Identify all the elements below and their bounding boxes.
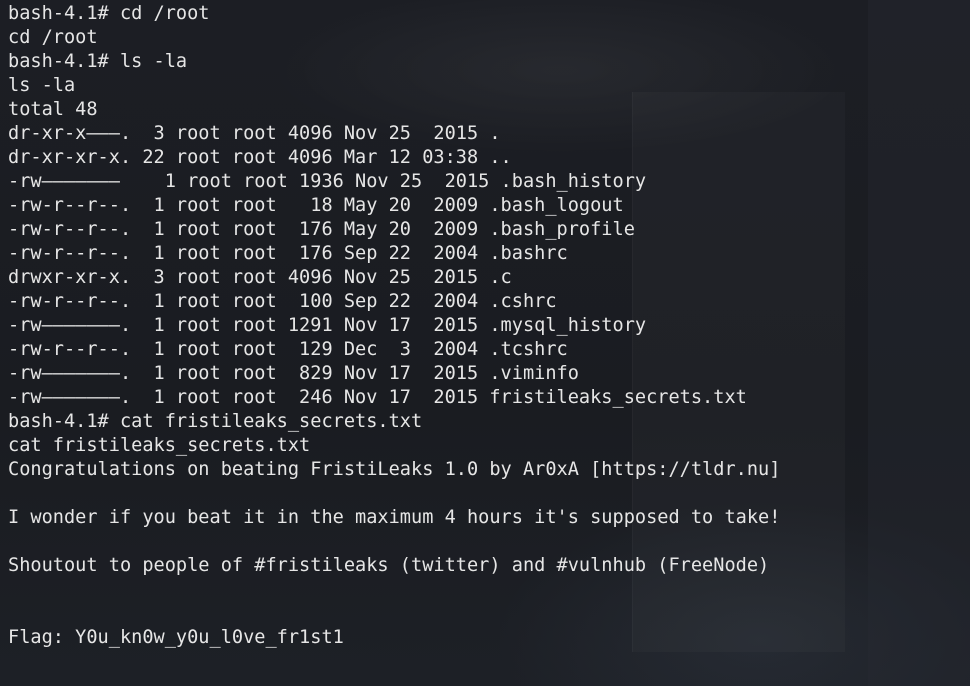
terminal-line: Shoutout to people of #fristileaks (twit… xyxy=(8,555,770,576)
terminal-line: drwxr-xr-x. 3 root root 4096 Nov 25 2015… xyxy=(8,267,512,288)
terminal-line: cat fristileaks_secrets.txt xyxy=(8,435,311,456)
terminal-line: dr-xr-x———. 3 root root 4096 Nov 25 2015… xyxy=(8,123,501,144)
terminal-line: -rw———————. 1 root root 829 Nov 17 2015 … xyxy=(8,363,579,384)
terminal-line: ls -la xyxy=(8,75,76,96)
terminal-line: -rw-r--r--. 1 root root 100 Sep 22 2004 … xyxy=(8,291,557,312)
terminal-line: -rw-r--r--. 1 root root 176 Sep 22 2004 … xyxy=(8,243,568,264)
terminal-line: dr-xr-xr-x. 22 root root 4096 Mar 12 03:… xyxy=(8,147,512,168)
terminal-line: total 48 xyxy=(8,99,98,120)
terminal-line: bash-4.1# cd /root xyxy=(8,3,210,24)
terminal-line: Flag: Y0u_kn0w_y0u_l0ve_fr1st1 xyxy=(8,627,344,648)
terminal-line: Congratulations on beating FristiLeaks 1… xyxy=(8,459,781,480)
terminal-line: -rw-r--r--. 1 root root 18 May 20 2009 .… xyxy=(8,195,624,216)
terminal-line: cd /root xyxy=(8,27,98,48)
terminal-line: -rw———————. 1 root root 246 Nov 17 2015 … xyxy=(8,387,747,408)
terminal-line: bash-4.1# cat fristileaks_secrets.txt xyxy=(8,411,423,432)
terminal-line: -rw-r--r--. 1 root root 176 May 20 2009 … xyxy=(8,219,635,240)
terminal-line: -rw-r--r--. 1 root root 129 Dec 3 2004 .… xyxy=(8,339,568,360)
terminal-line: I wonder if you beat it in the maximum 4… xyxy=(8,507,781,528)
terminal-line: bash-4.1# ls -la xyxy=(8,51,188,72)
terminal-line: -rw———————. 1 root root 1291 Nov 17 2015… xyxy=(8,315,647,336)
terminal-line: -rw——————— 1 root root 1936 Nov 25 2015 … xyxy=(8,171,647,192)
terminal-window[interactable]: bash-4.1# cd /root cd /root bash-4.1# ls… xyxy=(0,0,970,686)
